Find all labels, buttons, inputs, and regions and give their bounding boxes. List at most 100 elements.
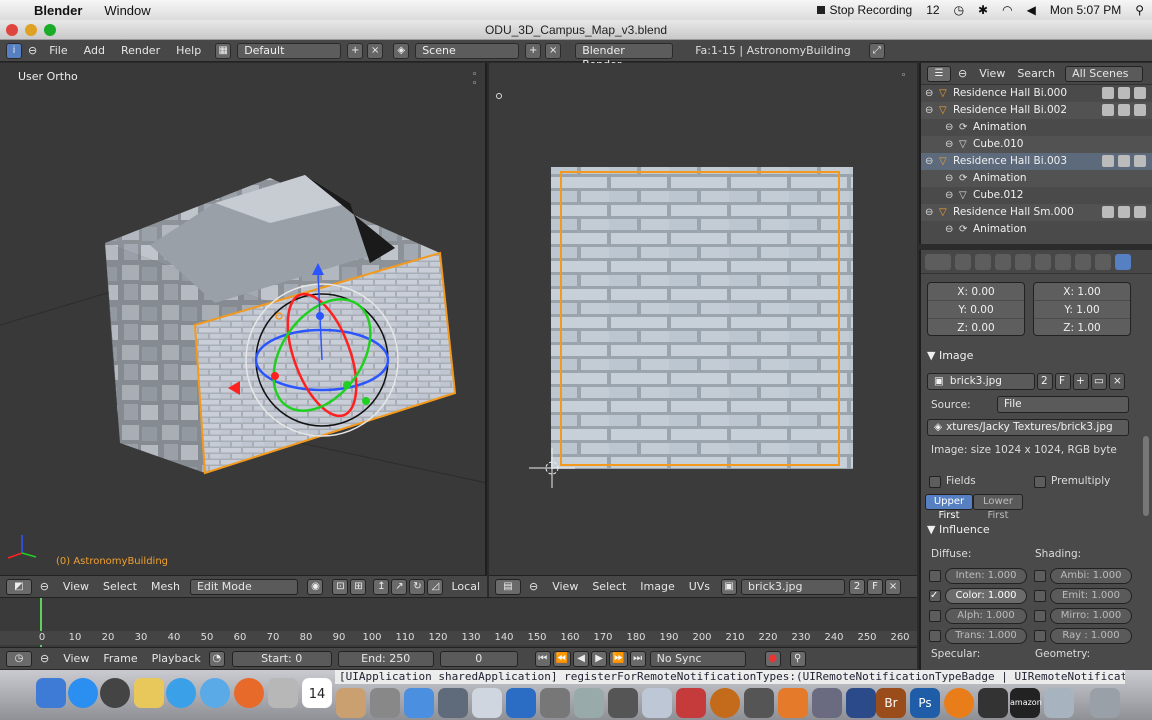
influence-left-checkbox[interactable] (929, 630, 941, 642)
app-icon-6[interactable] (846, 688, 876, 718)
size-x[interactable]: X: 1.00 (1034, 283, 1130, 301)
delete-layout-icon[interactable]: × (367, 42, 384, 59)
influence-left-slider[interactable]: Inten: 1.000 (945, 568, 1027, 584)
jump-start-icon[interactable]: ⏮ (534, 650, 551, 667)
screen-layout-icon[interactable]: ▦ (215, 42, 232, 59)
uv-menu-uvs[interactable]: UVs (682, 580, 717, 593)
world-tab-icon[interactable] (995, 253, 1011, 270)
eye-icon[interactable] (1102, 206, 1114, 218)
uv-menu-view[interactable]: View (545, 580, 585, 593)
translate-icon[interactable]: ↥ (373, 578, 390, 595)
upper-first-toggle[interactable]: Upper First (925, 494, 973, 521)
calendar-icon[interactable]: 14 (302, 678, 332, 708)
render-icon[interactable] (1134, 104, 1146, 116)
fullscreen-icon[interactable]: ⤢ (868, 42, 885, 59)
start-frame-field[interactable]: Start: 0 (231, 650, 332, 667)
outliner-menu-view[interactable]: View (973, 67, 1011, 80)
stop-recording-item[interactable]: Stop Recording (817, 3, 912, 17)
image-open-icon[interactable]: ▭ (1091, 373, 1107, 390)
timeline-collapse-icon[interactable]: ⊖ (33, 652, 56, 665)
corner-widget-icon[interactable]: ◦ ◦ (472, 71, 477, 89)
system-prefs-icon[interactable] (370, 688, 400, 718)
constraints-tab-icon[interactable] (1035, 253, 1051, 270)
uv-menu-select[interactable]: Select (585, 580, 633, 593)
menu-render[interactable]: Render (113, 44, 168, 57)
source-dropdown[interactable]: File (997, 396, 1129, 413)
firefox-icon[interactable] (234, 678, 264, 708)
app-icon-red[interactable] (676, 688, 706, 718)
uv-image-name[interactable]: brick3.jpg (741, 578, 846, 595)
outliner-filter-dropdown[interactable]: All Scenes (1065, 65, 1144, 82)
launchpad-icon[interactable] (100, 678, 130, 708)
influence-right-slider[interactable]: Mirro: 1.000 (1050, 608, 1132, 624)
uv-collapse-icon[interactable]: ⊖ (522, 580, 545, 593)
prev-keyframe-icon[interactable]: ⏪ (552, 650, 572, 667)
outliner-tree[interactable]: ⊖ ▽ Residence Hall Bi.000 ⊖ ▽ Residence Hall … (921, 85, 1152, 238)
y-handle-2[interactable] (362, 397, 370, 405)
3d-collapse-icon[interactable]: ⊖ (33, 580, 56, 593)
unity-icon[interactable] (978, 688, 1008, 718)
render-icon[interactable] (1134, 206, 1146, 218)
next-keyframe-icon[interactable]: ⏩ (609, 650, 628, 667)
scene-field[interactable]: Scene (415, 42, 520, 59)
outliner-row[interactable]: ⊖ ▽ Residence Hall Bi.003 (921, 153, 1152, 170)
uv-canvas[interactable] (489, 63, 917, 575)
image-datablock-field[interactable]: ▣ brick3.jpg (927, 373, 1035, 390)
influence-right-checkbox[interactable] (1034, 630, 1046, 642)
timeline-editor-type-icon[interactable]: ◷ (6, 650, 32, 667)
volume-icon[interactable]: ◀ (1027, 3, 1036, 17)
record-icon[interactable]: ● (764, 650, 781, 667)
uv-unlink-icon[interactable]: × (885, 578, 902, 595)
expand-toggle-icon[interactable]: ⊖ (945, 140, 955, 150)
y-handle[interactable] (343, 381, 351, 389)
expand-toggle-icon[interactable]: ⊖ (945, 225, 955, 235)
mail-icon[interactable] (438, 688, 468, 718)
photos-icon[interactable] (336, 688, 366, 718)
spotlight-icon[interactable]: ⚲ (1135, 3, 1144, 17)
data-tab-icon[interactable] (1075, 253, 1091, 270)
bluetooth-icon[interactable]: ✱ (978, 3, 988, 17)
xcode-icon[interactable] (404, 688, 434, 718)
app-icon-generic-3[interactable] (642, 688, 672, 718)
3d-editor-type-icon[interactable]: ◩ (6, 578, 32, 595)
end-frame-field[interactable]: End: 250 (337, 650, 434, 667)
expand-toggle-icon[interactable]: ⊖ (945, 123, 955, 133)
outliner-collapse-icon[interactable]: ⊖ (952, 67, 973, 80)
outliner-menu-search[interactable]: Search (1011, 67, 1061, 80)
influence-right-slider[interactable]: Ambi: 1.000 (1050, 568, 1132, 584)
outliner-editor-type-icon[interactable]: ☰ (927, 65, 951, 82)
image-new-icon[interactable]: + (1073, 373, 1089, 390)
expand-toggle-icon[interactable]: ⊖ (945, 174, 955, 184)
textedit-icon[interactable] (472, 688, 502, 718)
outliner-row[interactable]: ⊖ ⟳ Animation (921, 221, 1152, 238)
render-icon[interactable] (1134, 87, 1146, 99)
outliner-row[interactable]: ⊖ ▽ Cube.010 (921, 136, 1152, 153)
3d-menu-select[interactable]: Select (96, 580, 144, 593)
add-scene-icon[interactable]: + (525, 42, 542, 59)
timeline-ruler[interactable]: 0 10 20 30 40 50 60 70 80 90 100 110 120 130 140 150 160… (0, 631, 917, 645)
expand-toggle-icon[interactable]: ⊖ (925, 208, 935, 218)
cursor-icon[interactable] (1118, 104, 1130, 116)
app-icon-generic[interactable] (574, 688, 604, 718)
eye-icon[interactable] (1102, 87, 1114, 99)
app-menu[interactable]: Blender (34, 3, 82, 18)
filepath-field[interactable]: ◈ xtures/Jacky Textures/brick3.jpg (927, 419, 1129, 436)
add-layout-icon[interactable]: + (347, 42, 364, 59)
object-tab-icon[interactable] (1015, 253, 1031, 270)
scene-icon[interactable]: ◈ (393, 42, 410, 59)
influence-right-checkbox[interactable] (1034, 570, 1046, 582)
cursor-icon[interactable] (1118, 206, 1130, 218)
app-store-icon[interactable] (68, 678, 98, 708)
menu-file[interactable]: File (41, 44, 75, 57)
expand-toggle-icon[interactable]: ⊖ (925, 157, 935, 167)
uv-fake-user[interactable]: F (867, 578, 884, 595)
render-engine-dropdown[interactable]: Blender Render (575, 42, 674, 71)
size-y[interactable]: Y: 1.00 (1034, 301, 1130, 319)
influence-left-slider[interactable]: Alph: 1.000 (945, 608, 1027, 624)
cursor-icon[interactable] (1118, 155, 1130, 167)
outliner-row[interactable]: ⊖ ⟳ Animation (921, 119, 1152, 136)
uv-corner-widget[interactable] (496, 93, 502, 99)
play-reverse-icon[interactable]: ◀ (573, 650, 590, 667)
bridge-icon[interactable]: Br (876, 688, 906, 718)
app-icon-dark[interactable] (744, 688, 774, 718)
